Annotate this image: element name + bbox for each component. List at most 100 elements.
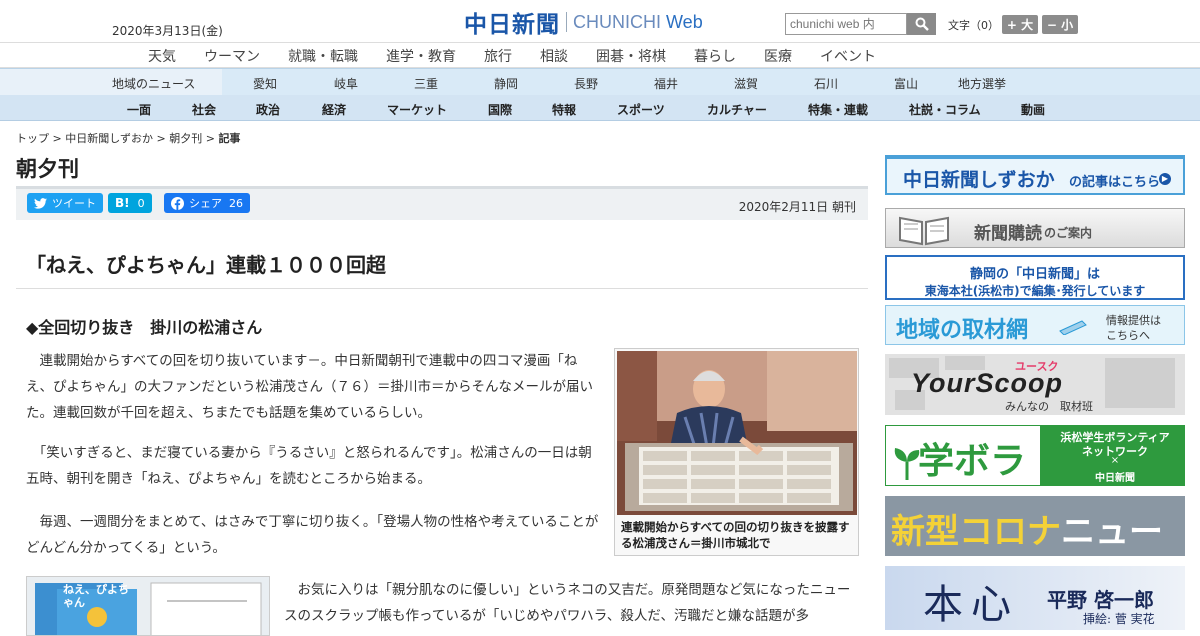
breadcrumb: トップ > 中日新聞しずおか > 朝夕刊 > 記事 [16,132,241,145]
publish-date: 2020年2月11日 朝刊 [738,200,856,214]
honshin-serial-banner[interactable]: 本心 平野 啓一郎 挿絵: 菅 実花 [885,566,1185,630]
facebook-label: シェア [189,197,222,210]
region-nav-item[interactable]: 滋賀 [734,75,758,92]
site-header: 2020年3月13日(金) 中日新聞 CHUNICHI Web 文字（0） + … [0,0,1200,42]
region-nav-item[interactable]: 地方選挙 [958,75,1006,92]
logo-en-a: CHUNICHI [573,11,661,32]
category-nav-item[interactable]: 経済 [322,101,346,118]
facebook-share-button[interactable]: シェア 26 [164,193,250,213]
gakubora-right3: × [1110,455,1120,466]
article-headline: 「ねえ、ぴよちゃん」連載１０００回超 [26,253,386,277]
network-banner[interactable]: 地域の取材網 情報提供は こちらへ [885,305,1185,345]
article-subhead: ◆全回切り抜き 掛川の松浦さん [26,318,263,337]
gakubora-banner[interactable]: 学ボラ 浜松学生ボランティア ネットワーク × 中日新聞 [885,425,1185,486]
hatena-count: 0 [137,196,145,210]
share-bar: ツイート B! 0 シェア 26 2020年2月11日 朝刊 [16,186,868,220]
book-icon [899,216,949,246]
region-nav-item[interactable]: 三重 [414,75,438,92]
breadcrumb-link[interactable]: トップ [16,132,49,145]
global-nav-item[interactable]: 医療 [764,46,792,66]
category-nav-item[interactable]: 特集・連載 [808,101,868,118]
breadcrumb-link[interactable]: 中日新聞しずおか [65,132,153,145]
text-smaller-button[interactable]: − 小 [1042,15,1078,34]
text-bigger-button[interactable]: + 大 [1002,15,1038,34]
category-nav-item[interactable]: 国際 [488,101,512,118]
global-nav-item[interactable]: 進学・教育 [386,46,456,66]
photo-caption: 連載開始からすべての回の切り抜きを披露する松浦茂さん＝掛川市城北で [621,520,850,550]
honshin-illustrator: 挿絵: 菅 実花 [1083,612,1155,626]
global-nav-item[interactable]: 天気 [148,46,176,66]
category-nav-item[interactable]: 動画 [1021,101,1045,118]
text-size-label: 文字（0） [948,19,999,32]
global-nav: 天気 ウーマン 就職・転職 進学・教育 旅行 相談 囲碁・将棋 暮らし 医療 イ… [0,42,1200,68]
subscribe-banner-sub: のご案内 [1044,226,1093,240]
logo-jp: 中日新聞 [464,11,560,38]
pencil-icon [1059,320,1087,335]
search-input[interactable] [785,13,907,35]
book-cover-photo[interactable]: ねえ、ぴよちゃん [26,576,270,636]
logo-en-b: Web [666,11,703,32]
region-nav-item[interactable]: 石川 [814,75,838,92]
breadcrumb-current: 記事 [218,132,241,145]
network-banner-sub1: 情報提供は [1106,314,1161,327]
shizuoka-banner[interactable]: 中日新聞しずおか の記事はこちら ▶ [885,155,1185,195]
search-icon [915,17,929,31]
region-nav-label: 地域のニュース [0,69,222,95]
corona-banner-sub: ニュース [1061,512,1163,552]
gakubora-title: 学ボラ [918,441,1027,482]
honshin-author: 平野 啓一郎 [1047,588,1154,612]
yourscoop-logo: YourScoop [911,368,1064,398]
region-nav-item[interactable]: 静岡 [494,75,518,92]
page-title: 朝夕刊 [16,157,79,181]
breadcrumb-link[interactable]: 朝夕刊 [169,132,202,145]
category-nav-item[interactable]: スポーツ [617,101,665,118]
category-nav-item[interactable]: 特報 [552,101,576,118]
hq-banner-line2: 東海本社(浜松市)で編集･発行しています [924,284,1146,298]
facebook-icon [171,196,184,210]
category-nav-item[interactable]: 一面 [127,101,151,118]
article-paragraph: お気に入りは「親分肌なのに優しい」というネコの又吉だ。原発問題など気になったニュ… [284,582,851,624]
category-nav-item[interactable]: 社説・コラム [909,101,981,118]
article-photo[interactable]: 連載開始からすべての回の切り抜きを披露する松浦茂さん＝掛川市城北で [614,348,859,556]
hq-banner[interactable]: 静岡の「中日新聞」は 東海本社(浜松市)で編集･発行しています [885,255,1185,300]
global-nav-item[interactable]: 就職・転職 [288,46,358,66]
headline-divider [16,288,868,289]
global-nav-item[interactable]: 囲碁・将棋 [596,46,666,66]
category-nav-item[interactable]: 政治 [256,101,280,118]
global-nav-item[interactable]: 相談 [540,46,568,66]
site-logo[interactable]: 中日新聞 CHUNICHI Web [464,8,703,38]
region-nav-item[interactable]: 岐阜 [334,75,358,92]
category-nav-item[interactable]: マーケット [387,101,447,118]
gakubora-right4: 中日新聞 [1095,473,1135,484]
network-banner-sub2: こちらへ [1106,329,1150,342]
category-nav: 一面 社会 政治 経済 マーケット 国際 特報 スポーツ カルチャー 特集・連載… [0,95,1200,121]
article-paragraph: 毎週、一週間分をまとめて、はさみで丁寧に切り抜く。「登場人物の性格や考えているこ… [26,514,599,556]
category-nav-item[interactable]: 社会 [192,101,216,118]
category-nav-item[interactable]: カルチャー [707,101,767,118]
network-banner-title: 地域の取材網 [896,318,1029,343]
tweet-button[interactable]: ツイート [27,193,103,213]
honshin-title: 本心 [923,582,1019,628]
global-nav-item[interactable]: 暮らし [694,46,736,66]
region-nav: 地域のニュース 愛知 岐阜 三重 静岡 長野 福井 滋賀 石川 富山 地方選挙 [0,68,1200,95]
shizuoka-banner-title: 中日新聞しずおか [903,169,1055,191]
region-nav-item[interactable]: 福井 [654,75,678,92]
region-nav-item[interactable]: 富山 [894,75,918,92]
hq-banner-line1: 静岡の「中日新聞」は [969,267,1100,282]
subscribe-banner[interactable]: 新聞購読 のご案内 [885,208,1185,248]
global-nav-item[interactable]: ウーマン [204,46,260,66]
corona-news-banner[interactable]: 新型コロナ ニュース [885,496,1185,556]
current-date: 2020年3月13日(金) [112,24,223,38]
yourscoop-sub: みんなの 取材班 [1005,400,1093,413]
logo-en: CHUNICHI Web [573,12,703,33]
region-nav-item[interactable]: 愛知 [253,75,277,92]
yourscoop-banner[interactable]: ユースク YourScoop みんなの 取材班 [885,354,1185,415]
region-nav-item[interactable]: 長野 [574,75,598,92]
global-nav-item[interactable]: 旅行 [484,46,512,66]
logo-separator [566,12,567,32]
hatena-bookmark-button[interactable]: B! 0 [108,193,152,213]
tweet-label: ツイート [52,197,96,210]
photo-man-with-clippings [617,351,857,515]
global-nav-item[interactable]: イベント [820,46,876,66]
search-button[interactable] [907,13,936,35]
